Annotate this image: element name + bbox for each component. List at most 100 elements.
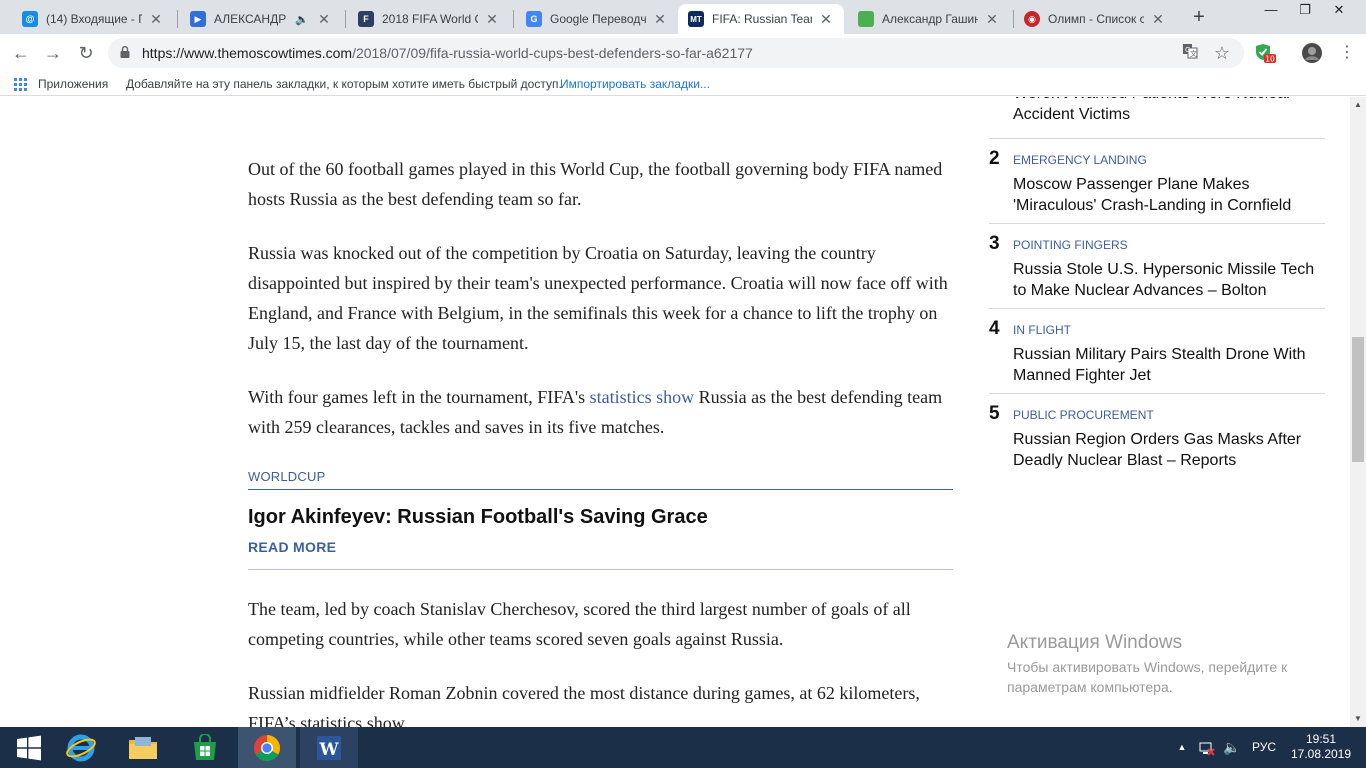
sidebar-item[interactable]: 4 IN FLIGHT Russian Military Pairs Steal… — [989, 308, 1325, 393]
windows-store-icon[interactable] — [176, 727, 234, 768]
item-title[interactable]: Russian Military Pairs Stealth Drone Wit… — [1013, 344, 1323, 386]
restore-window-button[interactable]: ❐ — [1288, 0, 1322, 22]
divider — [989, 223, 1325, 224]
volume-speaker-icon[interactable]: 🔈 — [1222, 727, 1242, 768]
sidebar-item[interactable]: 5 PUBLIC PROCUREMENT Russian Region Orde… — [989, 393, 1325, 478]
tab-separator — [513, 10, 514, 28]
address-bar[interactable]: https://www.themoscowtimes.com/2018/07/0… — [108, 38, 1244, 68]
tab-title: АЛЕКСАНДР ГА — [214, 12, 288, 26]
svg-text:文: 文 — [1190, 49, 1197, 58]
start-button[interactable] — [0, 727, 58, 768]
google-translate-icon: G — [526, 11, 542, 27]
scrollbar-thumb[interactable] — [1352, 337, 1364, 462]
close-tab-icon[interactable]: ✕ — [984, 11, 1000, 28]
bookmark-star-icon[interactable]: ☆ — [1212, 43, 1232, 63]
tab-google-translate[interactable]: G Google Переводчи ✕ — [516, 4, 678, 34]
divider — [989, 308, 1325, 309]
close-tab-icon[interactable]: ✕ — [148, 11, 164, 28]
lock-icon — [120, 46, 130, 58]
sidebar-item-title-partial[interactable]: Weren't Warned Patients Were Nuclear Acc… — [1013, 97, 1323, 125]
scroll-up-arrow-icon[interactable]: ▲ — [1350, 97, 1366, 113]
divider — [248, 569, 953, 570]
svg-text:W: W — [318, 740, 339, 760]
tab-title: Александр Гашин — [882, 12, 978, 26]
apps-shortcut[interactable]: Приложения — [38, 77, 108, 91]
read-more-link[interactable]: READ MORE — [248, 538, 336, 556]
related-headline[interactable]: Igor Akinfeyev: Russian Football's Savin… — [248, 505, 708, 529]
url-text: https://www.themoscowtimes.com/2018/07/0… — [142, 45, 753, 61]
profile-avatar[interactable] — [1301, 42, 1323, 64]
import-bookmarks-link[interactable]: Импортировать закладки... — [560, 77, 710, 91]
watermark-text: Чтобы активировать Windows, перейдите к — [1007, 659, 1288, 675]
word-taskbar-button[interactable]: W — [300, 727, 358, 768]
scroll-down-arrow-icon[interactable]: ▼ — [1350, 711, 1366, 727]
file-explorer-icon[interactable] — [114, 727, 172, 768]
internet-explorer-icon[interactable] — [52, 727, 110, 768]
rank-number: 3 — [989, 233, 1000, 254]
browser-toolbar: ← → ↻ https://www.themoscowtimes.com/201… — [0, 34, 1366, 72]
related-category[interactable]: WORLDCUP — [248, 469, 325, 485]
back-button[interactable]: ← — [8, 41, 34, 65]
article-paragraph: With four games left in the tournament, … — [248, 382, 953, 442]
translate-page-icon[interactable]: G文 — [1180, 43, 1200, 63]
divider — [248, 489, 953, 490]
close-tab-icon[interactable]: ✕ — [1150, 11, 1166, 28]
system-clock[interactable]: 19:51 17.08.2019 — [1290, 732, 1352, 762]
clock-date: 17.08.2019 — [1290, 747, 1352, 761]
item-title[interactable]: Moscow Passenger Plane Makes 'Miraculous… — [1013, 174, 1323, 216]
rank-number: 4 — [989, 318, 1000, 339]
forward-button[interactable]: → — [40, 41, 66, 65]
close-tab-icon[interactable]: ✕ — [484, 11, 500, 28]
tab-youtube[interactable]: ▶ АЛЕКСАНДР ГА 🔈 ✕ — [180, 4, 342, 34]
network-status-icon[interactable] — [1196, 727, 1218, 768]
item-title[interactable]: Russian Region Orders Gas Masks After De… — [1013, 429, 1323, 471]
rank-number: 5 — [989, 403, 1000, 424]
tab-title: Google Переводчи — [550, 12, 646, 26]
menu-kebab-icon[interactable]: ⋮ — [1334, 41, 1360, 65]
item-kicker[interactable]: IN FLIGHT — [1013, 322, 1071, 338]
mailru-at-icon: @ — [22, 11, 38, 27]
watermark-title: Активация Windows — [1007, 632, 1183, 653]
page-scrollbar[interactable]: ▲ ▼ — [1350, 97, 1366, 727]
tab-title: 2018 FIFA World Cu — [382, 12, 478, 26]
item-kicker[interactable]: EMERGENCY LANDING — [1013, 152, 1147, 168]
extension-badge: 10 — [1265, 55, 1275, 64]
related-article-card[interactable]: WORLDCUP Igor Akinfeyev: Russian Footbal… — [248, 469, 953, 570]
statistics-show-link[interactable]: statistics show — [590, 387, 695, 407]
tab-mail[interactable]: @ (14) Входящие - По ✕ — [12, 4, 174, 34]
chrome-taskbar-button[interactable] — [238, 727, 296, 768]
mt-icon: MT — [688, 11, 704, 27]
close-tab-icon[interactable]: ✕ — [652, 11, 668, 28]
close-tab-icon[interactable]: ✕ — [818, 11, 834, 28]
tab-olimp[interactable]: ◉ Олимп - Список с ✕ — [1014, 4, 1176, 34]
tab-fifa-wiki[interactable]: F 2018 FIFA World Cu ✕ — [348, 4, 510, 34]
close-tab-icon[interactable]: ✕ — [316, 11, 332, 28]
windows-logo-icon — [17, 735, 41, 760]
apps-grid-icon[interactable] — [14, 78, 27, 91]
close-window-button[interactable]: ✕ — [1322, 0, 1356, 22]
shield-extension-icon[interactable]: 10 — [1254, 42, 1276, 64]
article-paragraph: Russia was knocked out of the competitio… — [248, 243, 948, 353]
f-letter-icon: F — [358, 11, 374, 27]
new-tab-button[interactable]: + — [1188, 6, 1210, 28]
minimize-window-button[interactable]: — — [1254, 0, 1288, 22]
speaker-icon[interactable]: 🔈 — [294, 13, 310, 26]
tab-gashin[interactable]: Александр Гашин ✕ — [848, 4, 1010, 34]
tab-separator — [345, 10, 346, 28]
tab-moscow-times[interactable]: MT FIFA: Russian Team ✕ — [678, 4, 844, 34]
paragraph-text: With four games left in the tournament, … — [248, 387, 590, 407]
item-kicker[interactable]: PUBLIC PROCUREMENT — [1013, 407, 1154, 423]
input-language-indicator[interactable]: РУС — [1246, 727, 1282, 768]
tab-title: FIFA: Russian Team — [712, 12, 812, 26]
article-paragraph: Russian midfielder Roman Zobnin covered … — [248, 683, 920, 727]
reload-button[interactable]: ↻ — [73, 41, 99, 65]
item-title[interactable]: Russia Stole U.S. Hypersonic Missile Tec… — [1013, 259, 1323, 301]
chrome-icon — [254, 734, 281, 761]
sidebar-item[interactable]: 3 POINTING FINGERS Russia Stole U.S. Hyp… — [989, 223, 1325, 308]
url-base: https://www.themoscowtimes.com — [142, 45, 353, 61]
show-hidden-icons-chevron-up-icon[interactable]: ▲ — [1174, 727, 1190, 768]
item-kicker[interactable]: POINTING FINGERS — [1013, 237, 1128, 253]
sidebar-item[interactable]: 2 EMERGENCY LANDING Moscow Passenger Pla… — [989, 138, 1325, 223]
divider — [989, 393, 1325, 394]
tab-strip: @ (14) Входящие - По ✕ ▶ АЛЕКСАНДР ГА 🔈 … — [0, 0, 1366, 34]
